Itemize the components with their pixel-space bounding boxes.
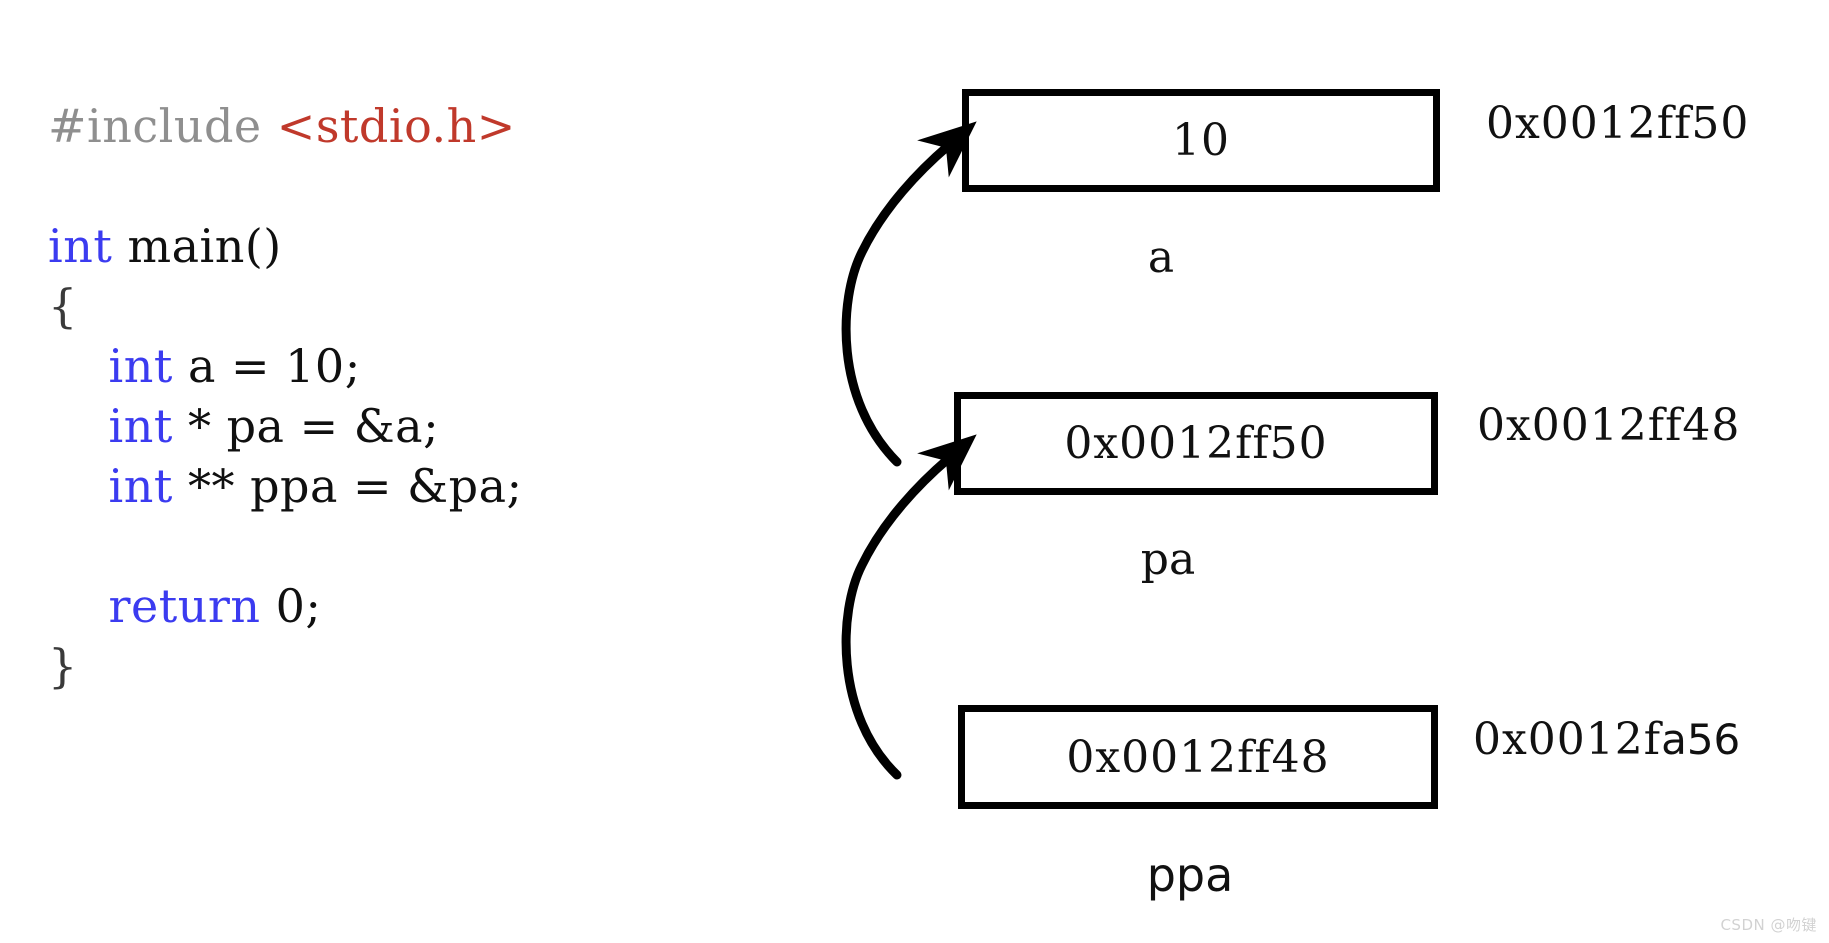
code-token-punct: {: [48, 279, 78, 333]
pointer-diagram-canvas: #include <stdio.h> int main(){ int a = 10…: [0, 0, 1829, 943]
memory-box-a: 10: [962, 89, 1440, 192]
code-token-kw: return: [108, 579, 261, 633]
code-token-plain: 0;: [260, 579, 322, 633]
memory-address-pa-text: 0x0012ff48: [1477, 400, 1741, 451]
code-token-hdr: <stdio.h>: [276, 99, 516, 153]
code-token-plain: a = 10;: [172, 339, 361, 393]
code-token-plain: * pa = &a;: [172, 399, 440, 453]
code-line-decl-pa: int * pa = &a;: [48, 396, 808, 456]
code-line-blank1: [48, 156, 808, 216]
memory-address-a: 0x0012ff50: [1486, 98, 1749, 149]
code-token-kw: int: [48, 219, 113, 273]
memory-box-pa: 0x0012ff50: [954, 392, 1438, 495]
memory-label-a: a: [1147, 232, 1175, 283]
memory-address-ppa: 0x0012fa56: [1473, 714, 1740, 765]
code-line-return: return 0;: [48, 576, 808, 636]
code-token-kw: int: [108, 459, 173, 513]
memory-value-ppa: 0x0012ff48: [1066, 731, 1330, 783]
code-line-open-brace: {: [48, 276, 808, 336]
code-line-decl-a: int a = 10;: [48, 336, 808, 396]
code-token-plain: main(): [112, 219, 282, 273]
csdn-watermark: CSDN @吻键: [1720, 916, 1817, 934]
memory-address-ppa-suffix: a56: [1661, 715, 1741, 764]
code-token-plain: ** ppa = &pa;: [172, 459, 523, 513]
code-line-main: int main(): [48, 216, 808, 276]
code-token-pre: #include: [48, 99, 277, 153]
code-line-include: #include <stdio.h>: [48, 96, 808, 156]
code-line-blank2: [48, 516, 808, 576]
code-token-kw: int: [108, 339, 173, 393]
code-token-kw: int: [108, 399, 173, 453]
code-token-punct: }: [48, 639, 78, 693]
code-listing: #include <stdio.h> int main(){ int a = 10…: [48, 96, 808, 696]
memory-label-pa: pa: [1140, 534, 1196, 585]
code-line-decl-ppa: int ** ppa = &pa;: [48, 456, 808, 516]
memory-box-ppa: 0x0012ff48: [958, 705, 1438, 809]
memory-value-pa: 0x0012ff50: [1064, 418, 1328, 469]
memory-address-ppa-text: 0x0012f: [1473, 714, 1662, 765]
code-line-close-brace: }: [48, 636, 808, 696]
memory-address-a-text: 0x0012ff50: [1486, 98, 1750, 149]
memory-address-pa: 0x0012ff48: [1477, 400, 1740, 451]
memory-label-ppa: ppa: [1146, 848, 1234, 902]
arrow-ppa-to-pa-icon: [841, 434, 977, 780]
memory-value-a: 10: [1172, 115, 1230, 166]
arrow-pa-to-a-icon: [841, 121, 977, 467]
